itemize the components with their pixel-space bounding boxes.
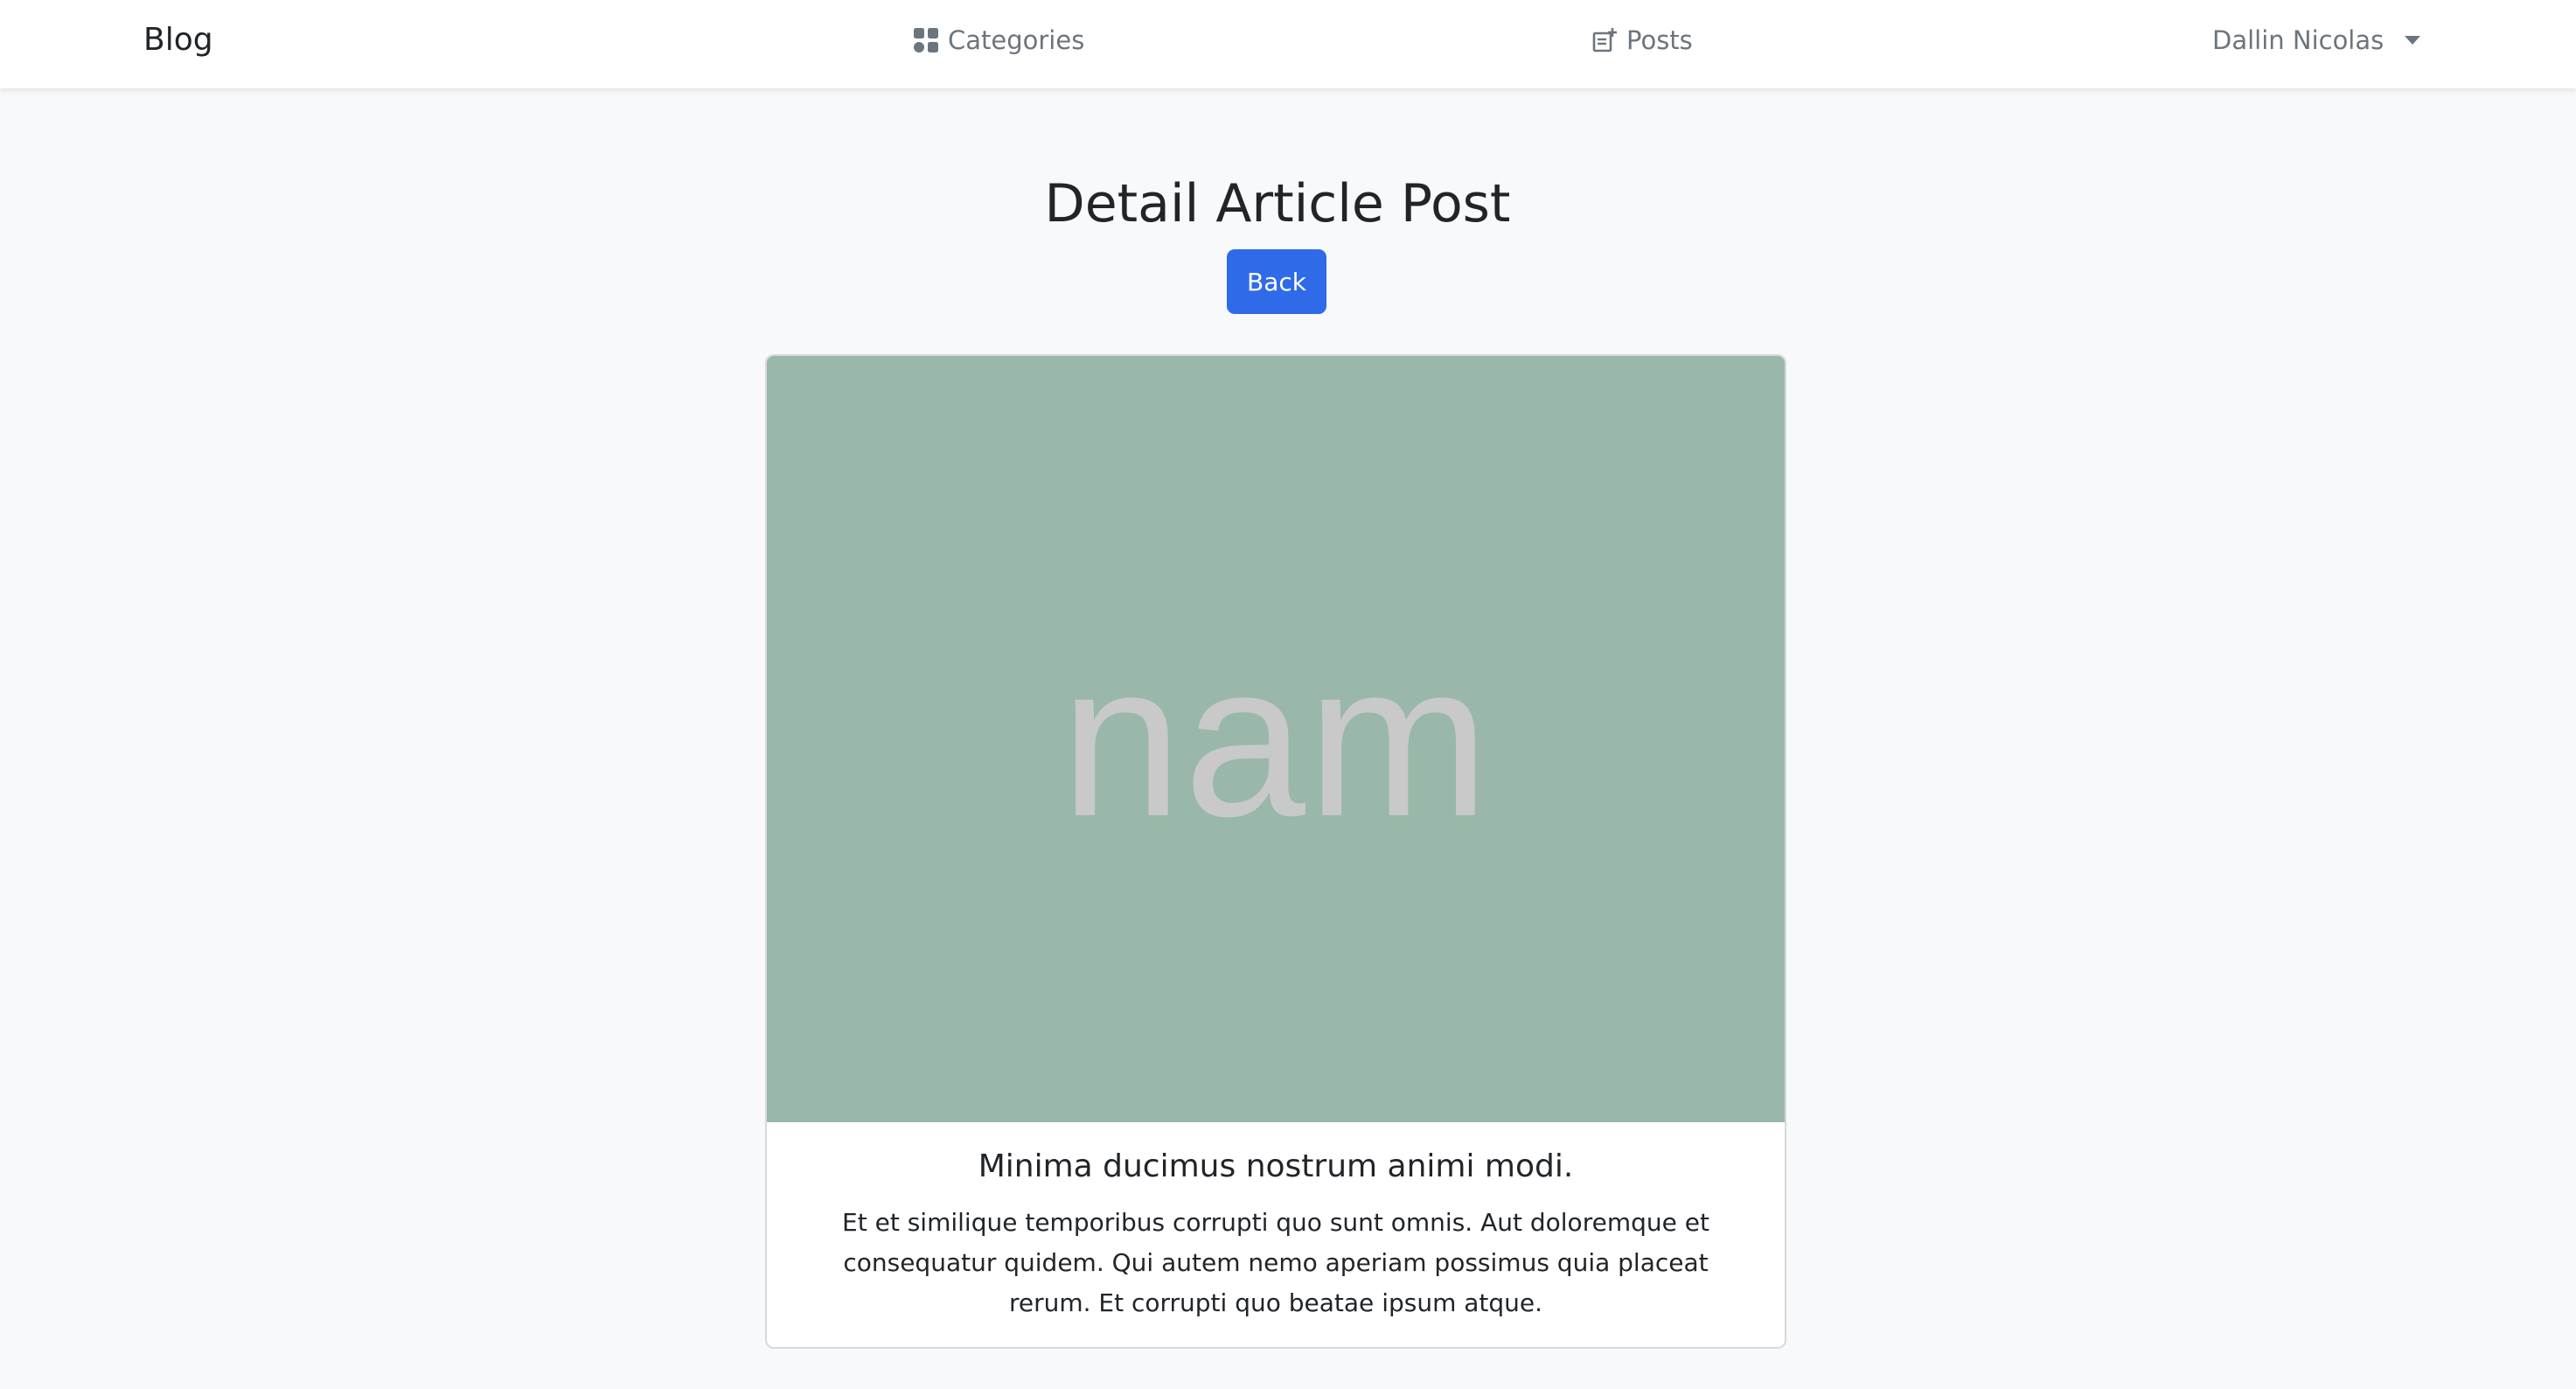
page-title: Detail Article Post: [1044, 173, 1511, 234]
grid-icon: [913, 27, 939, 53]
caret-down-icon: [2405, 36, 2421, 45]
user-name: Dallin Nicolas: [2212, 25, 2385, 55]
post-title: Minima ducimus nostrum animi modi.: [978, 1148, 1574, 1184]
brand-link[interactable]: Blog: [143, 16, 213, 65]
back-button[interactable]: Back: [1227, 249, 1326, 314]
user-dropdown-toggle[interactable]: Dallin Nicolas: [2212, 16, 2421, 65]
nav-posts-link[interactable]: Posts: [1591, 16, 1693, 65]
post-image-text: nam: [1060, 617, 1492, 862]
post-body: Et et similique temporibus corrupti quo …: [842, 1208, 1709, 1317]
post-add-icon: [1591, 27, 1618, 53]
nav-categories-label: Categories: [948, 25, 1085, 55]
post-card: nam Minima ducimus nostrum animi modi. E…: [765, 354, 1786, 1349]
nav-categories-link[interactable]: Categories: [913, 16, 1084, 65]
nav-posts-label: Posts: [1626, 25, 1693, 55]
post-image: nam: [767, 356, 1785, 1122]
top-navbar: Blog Categories Posts Dallin Nicolas: [0, 0, 2576, 88]
